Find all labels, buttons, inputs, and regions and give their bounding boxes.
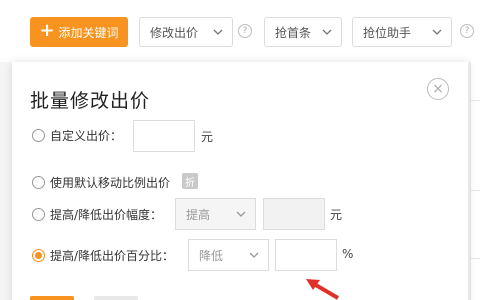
row-divider (470, 190, 480, 191)
help-icon[interactable]: ? (238, 24, 252, 38)
toolbar: + 添加关键词 修改出价 ? 抢首条 抢位助手 ? (0, 0, 480, 62)
chevron-down-icon (236, 211, 246, 217)
rank-helper-label: 抢位助手 (363, 25, 412, 40)
adjust-amount-direction-value: 提高 (186, 207, 211, 222)
custom-bid-unit: 元 (201, 130, 214, 144)
confirm-button[interactable] (30, 296, 74, 300)
custom-bid-input[interactable] (133, 120, 195, 152)
option-default-mobile-ratio[interactable]: 使用默认移动比例出价 (32, 174, 170, 191)
first-place-label: 抢首条 (275, 25, 312, 40)
table-edge (470, 62, 480, 300)
adjust-amount-direction-select[interactable]: 提高 (175, 198, 256, 230)
radio-default-mobile-ratio[interactable] (32, 176, 45, 189)
adjust-amount-input[interactable] (263, 198, 325, 230)
radio-adjust-amount[interactable] (32, 208, 45, 221)
row-divider (470, 100, 480, 101)
modify-bid-dropdown[interactable]: 修改出价 (139, 17, 233, 47)
adjust-percent-direction-select[interactable]: 降低 (188, 239, 269, 271)
option-adjust-percent-label: 提高/降低出价百分比： (50, 249, 175, 263)
close-icon[interactable]: × (427, 78, 449, 100)
adjust-percent-input[interactable] (275, 239, 337, 271)
plus-icon: + (39, 20, 55, 41)
radio-adjust-percent[interactable] (32, 249, 45, 262)
add-keyword-button[interactable]: + 添加关键词 (30, 17, 128, 47)
chevron-down-icon (432, 29, 442, 35)
row-divider (470, 258, 480, 259)
radio-custom-bid[interactable] (32, 129, 45, 142)
adjust-percent-direction-value: 降低 (199, 248, 224, 263)
adjust-percent-unit: % (342, 247, 354, 261)
option-adjust-amount-label: 提高/降低出价幅度： (50, 208, 163, 222)
modify-bid-label: 修改出价 (150, 25, 199, 40)
rank-helper-dropdown[interactable]: 抢位助手 (352, 17, 452, 47)
chevron-down-icon (322, 29, 332, 35)
modal-title: 批量修改出价 (30, 90, 151, 112)
option-adjust-amount[interactable]: 提高/降低出价幅度： (32, 206, 162, 223)
discount-badge: 折 (182, 173, 198, 189)
help-icon[interactable]: ? (460, 24, 474, 38)
add-keyword-label: 添加关键词 (58, 25, 119, 40)
chevron-down-icon (213, 29, 223, 35)
annotation-arrow-icon (306, 279, 340, 300)
option-default-mobile-ratio-label: 使用默认移动比例出价 (50, 176, 171, 190)
cancel-button[interactable] (94, 296, 138, 300)
adjust-amount-unit: 元 (330, 208, 343, 222)
first-place-dropdown[interactable]: 抢首条 (264, 17, 342, 47)
chevron-down-icon (249, 252, 259, 258)
batch-modify-bid-modal: 批量修改出价 × 自定义出价： 元 使用默认移动比例出价 折 提高/降低出价幅度… (12, 62, 468, 300)
option-custom-bid-label: 自定义出价： (50, 129, 123, 143)
option-adjust-percent[interactable]: 提高/降低出价百分比： (32, 247, 174, 264)
option-custom-bid[interactable]: 自定义出价： (32, 127, 122, 144)
